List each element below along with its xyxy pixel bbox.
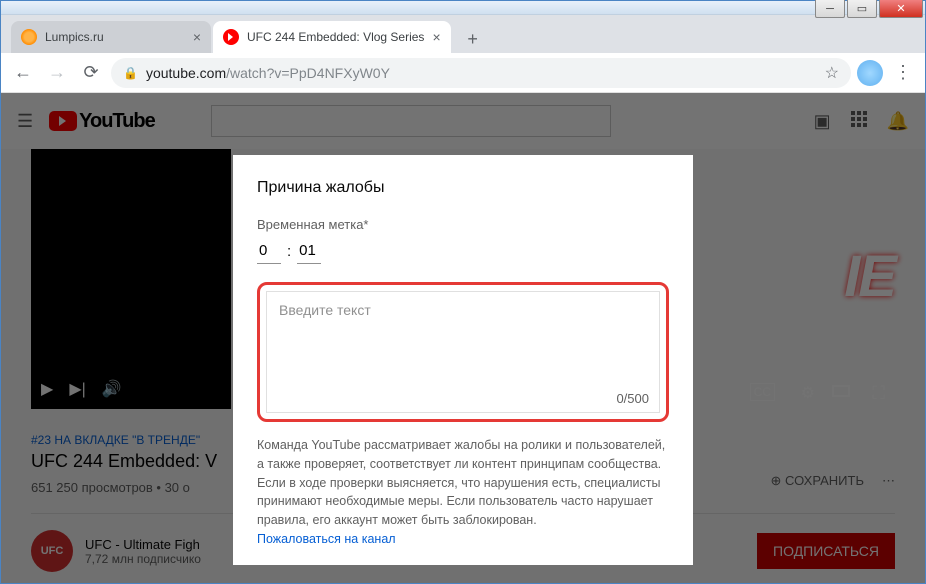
lock-icon: 🔒 (123, 66, 138, 80)
timestamp-minutes-input[interactable] (257, 238, 281, 264)
timestamp-seconds-input[interactable] (297, 238, 321, 264)
window-close-button[interactable]: ✕ (879, 0, 923, 18)
dialog-title: Причина жалобы (257, 179, 669, 197)
new-tab-button[interactable]: + (459, 25, 487, 53)
window-titlebar: ─ ▭ ✕ (1, 1, 925, 15)
report-text-input[interactable] (267, 292, 659, 382)
bookmark-star-icon[interactable]: ☆ (825, 63, 839, 83)
timestamp-separator: : (287, 243, 291, 260)
tab-title: Lumpics.ru (45, 30, 185, 44)
highlighted-textarea-frame: 0/500 (257, 282, 669, 422)
browser-toolbar: ← → ⟳ 🔒 youtube.com/watch?v=PpD4NFXyW0Y … (1, 53, 925, 93)
address-bar[interactable]: 🔒 youtube.com/watch?v=PpD4NFXyW0Y ☆ (111, 58, 851, 88)
browser-tabstrip: Lumpics.ru × UFC 244 Embedded: Vlog Seri… (1, 15, 925, 53)
character-counter: 0/500 (267, 387, 659, 412)
tab-title: UFC 244 Embedded: Vlog Series (247, 30, 424, 44)
browser-tab-youtube[interactable]: UFC 244 Embedded: Vlog Series × (213, 21, 451, 53)
window-minimize-button[interactable]: ─ (815, 0, 845, 18)
report-channel-link[interactable]: Пожаловаться на канал (257, 532, 396, 546)
tab-close-icon[interactable]: × (432, 29, 440, 45)
browser-menu-button[interactable]: ⋮ (889, 62, 917, 83)
window-maximize-button[interactable]: ▭ (847, 0, 877, 18)
dialog-description: Команда YouTube рассматривает жалобы на … (257, 436, 669, 549)
tab-close-icon[interactable]: × (193, 29, 201, 45)
timestamp-label: Временная метка* (257, 217, 669, 232)
reload-button[interactable]: ⟳ (77, 59, 105, 87)
browser-tab-lumpics[interactable]: Lumpics.ru × (11, 21, 211, 53)
favicon-youtube-icon (223, 29, 239, 45)
forward-button[interactable]: → (43, 59, 71, 87)
favicon-lumpics-icon (21, 29, 37, 45)
back-button[interactable]: ← (9, 59, 37, 87)
url-text: youtube.com/watch?v=PpD4NFXyW0Y (146, 65, 390, 81)
report-dialog: Причина жалобы Временная метка* : 0/500 … (233, 155, 693, 565)
profile-avatar[interactable] (857, 60, 883, 86)
